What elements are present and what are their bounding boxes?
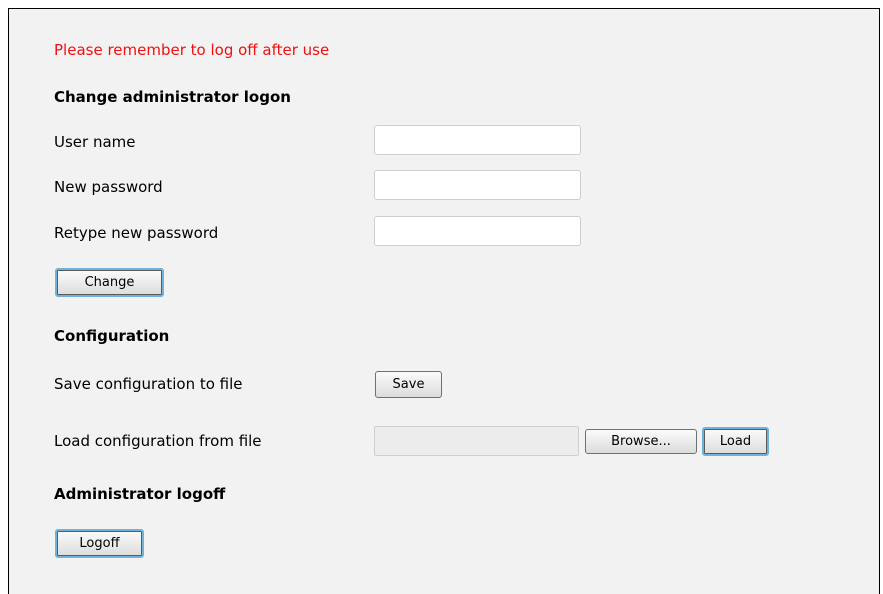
new-password-label: New password [54, 178, 163, 196]
username-input[interactable] [374, 125, 581, 155]
configuration-heading: Configuration [54, 327, 170, 345]
load-button[interactable]: Load [702, 427, 769, 456]
config-file-path[interactable] [374, 426, 579, 456]
new-password-input[interactable] [374, 170, 581, 200]
retype-password-label: Retype new password [54, 224, 219, 242]
save-button[interactable]: Save [375, 371, 442, 398]
logoff-button[interactable]: Logoff [55, 529, 144, 558]
username-label: User name [54, 133, 136, 151]
retype-password-input[interactable] [374, 216, 581, 246]
admin-panel: Please remember to log off after use Cha… [8, 8, 880, 594]
change-button[interactable]: Change [55, 268, 164, 297]
load-config-label: Load configuration from file [54, 432, 262, 450]
save-config-label: Save configuration to file [54, 375, 243, 393]
logoff-heading: Administrator logoff [54, 485, 226, 503]
logoff-reminder: Please remember to log off after use [54, 41, 330, 59]
browse-button[interactable]: Browse... [585, 429, 697, 454]
change-logon-heading: Change administrator logon [54, 88, 291, 106]
